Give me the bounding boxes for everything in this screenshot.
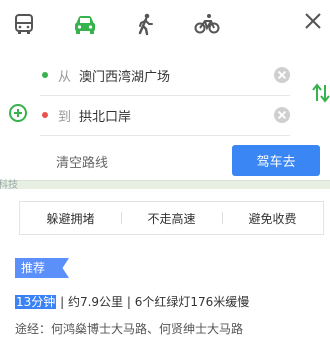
- destination-field[interactable]: 到 拱北口岸: [40, 95, 290, 136]
- bus-mode-tab[interactable]: [10, 10, 38, 38]
- bike-icon: [194, 14, 220, 34]
- clear-origin-icon[interactable]: [274, 67, 290, 83]
- bus-icon: [15, 14, 33, 34]
- route-options: 躲避拥堵 不走高速 避免收费: [19, 201, 324, 235]
- car-mode-tab[interactable]: [71, 10, 99, 38]
- swap-icon[interactable]: [312, 83, 330, 103]
- option-avoid-tolls[interactable]: 避免收费: [222, 210, 323, 227]
- origin-field[interactable]: 从 澳门西湾湖广场: [40, 55, 290, 96]
- option-no-highway[interactable]: 不走高速: [121, 210, 222, 227]
- map-label: 科技: [0, 180, 18, 191]
- origin-dot: [42, 72, 48, 78]
- drive-button[interactable]: 驾车去: [232, 145, 320, 176]
- close-icon[interactable]: [302, 10, 324, 32]
- route-duration: 13分钟: [15, 295, 57, 309]
- origin-prefix: 从: [58, 69, 72, 85]
- transport-mode-bar: [0, 0, 330, 48]
- destination-dot: [42, 112, 48, 118]
- clear-destination-icon[interactable]: [274, 107, 290, 123]
- origin-place: 澳门西湾湖广场: [79, 69, 171, 85]
- walk-mode-tab[interactable]: [131, 10, 159, 38]
- destination-place: 拱北口岸: [79, 109, 132, 125]
- route-actions: 清空路线 驾车去: [0, 145, 330, 180]
- bike-mode-tab[interactable]: [193, 10, 221, 38]
- option-avoid-congestion[interactable]: 躲避拥堵: [20, 210, 121, 227]
- route-summary[interactable]: 13分钟 | 约7.9公里 | 6个红绿灯176米缓慢: [15, 293, 249, 310]
- route-via: 途经：何鸿燊博士大马路、何贤绅士大马路: [15, 322, 244, 336]
- recommended-badge: 推荐: [15, 258, 69, 278]
- destination-prefix: 到: [58, 109, 72, 125]
- clear-route-button[interactable]: 清空路线: [56, 152, 108, 171]
- map-background[interactable]: 科技: [0, 180, 330, 191]
- add-waypoint-icon[interactable]: [9, 104, 27, 122]
- route-details: | 约7.9公里 | 6个红绿灯176米缓慢: [56, 295, 250, 309]
- walk-icon: [138, 13, 153, 36]
- car-icon: [75, 16, 95, 34]
